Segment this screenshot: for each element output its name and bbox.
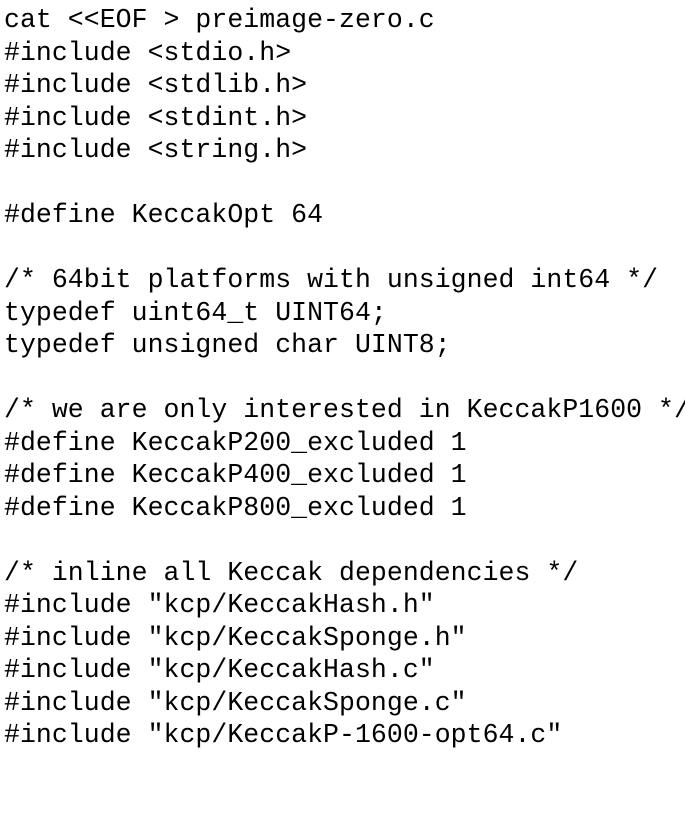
code-line: #include <stdio.h> — [4, 37, 685, 70]
code-line: #include "kcp/KeccakP-1600-opt64.c" — [4, 719, 685, 752]
code-line: #include <stdlib.h> — [4, 69, 685, 102]
code-line: #define KeccakP200_excluded 1 — [4, 427, 685, 460]
code-line: #include "kcp/KeccakSponge.h" — [4, 622, 685, 655]
code-line: #define KeccakOpt 64 — [4, 199, 685, 232]
code-line: /* 64bit platforms with unsigned int64 *… — [4, 264, 685, 297]
code-line: typedef uint64_t UINT64; — [4, 297, 685, 330]
code-line-blank — [4, 167, 685, 200]
code-line-blank — [4, 232, 685, 265]
code-line: typedef unsigned char UINT8; — [4, 329, 685, 362]
code-line: #include <string.h> — [4, 134, 685, 167]
code-line: #define KeccakP400_excluded 1 — [4, 459, 685, 492]
code-line: #include "kcp/KeccakHash.h" — [4, 589, 685, 622]
code-line-blank — [4, 524, 685, 557]
code-listing: cat <<EOF > preimage-zero.c#include <std… — [0, 0, 685, 824]
code-line: #define KeccakP800_excluded 1 — [4, 492, 685, 525]
code-line-blank — [4, 362, 685, 395]
code-line: #include "kcp/KeccakSponge.c" — [4, 687, 685, 720]
code-line: #include <stdint.h> — [4, 102, 685, 135]
code-line: cat <<EOF > preimage-zero.c — [4, 4, 685, 37]
code-line: /* we are only interested in KeccakP1600… — [4, 394, 685, 427]
code-line: /* inline all Keccak dependencies */ — [4, 557, 685, 590]
code-line: #include "kcp/KeccakHash.c" — [4, 654, 685, 687]
